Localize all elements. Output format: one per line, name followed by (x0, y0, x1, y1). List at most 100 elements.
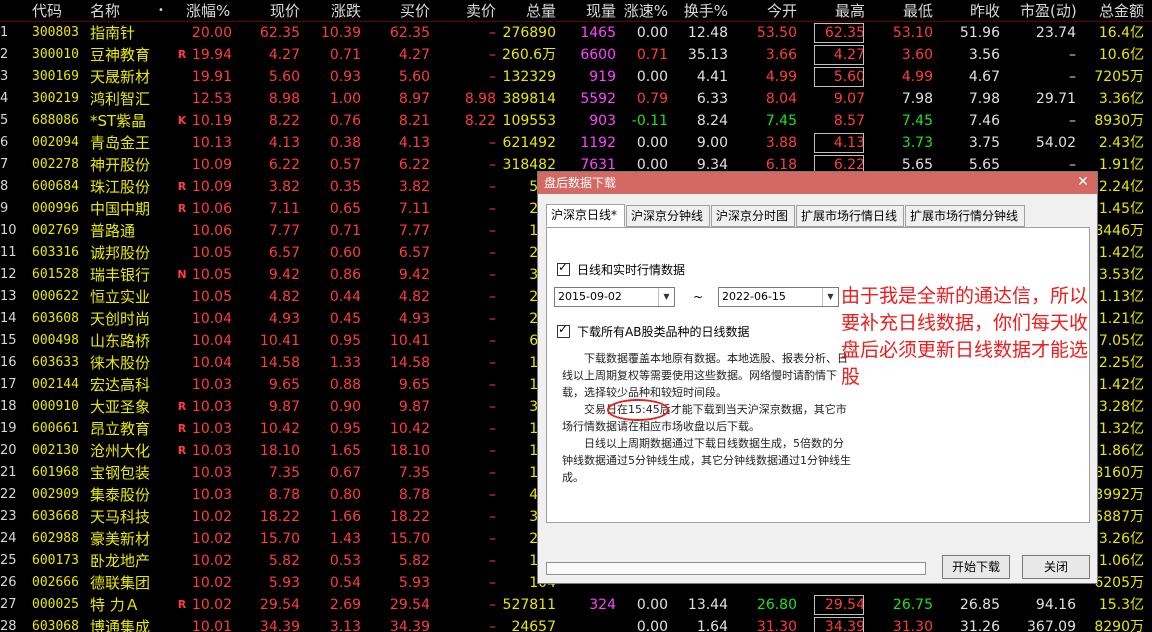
chevron-down-icon[interactable]: ▼ (822, 288, 838, 306)
col-turn[interactable]: 换手% (680, 0, 728, 22)
cell-cur: 324 (589, 597, 616, 613)
table-row[interactable]: 6 002094 青岛金王 10.13 4.13 0.38 4.13 –621492 1192 0… (0, 132, 1152, 154)
cell-open: 4.99 (765, 69, 797, 85)
cell-bid: 5.60 (398, 69, 430, 85)
cell-price: 4.82 (268, 289, 300, 305)
cell-name: 豪美新材 (90, 530, 151, 548)
col-amt[interactable]: 总金额 (1082, 0, 1144, 22)
date-to-picker[interactable]: 2022-06-15 ▼ (718, 287, 839, 307)
col-chg[interactable]: 涨跌 (312, 0, 361, 22)
cell-ask: – (489, 355, 496, 371)
cell-bid: 7.77 (398, 223, 430, 239)
cell-turn: 4.41 (696, 69, 728, 85)
cell-name: 徕木股份 (90, 354, 151, 372)
cell-ask: – (489, 531, 496, 547)
col-ask[interactable]: 卖价 (440, 0, 496, 22)
cell-pct: 10.03 (191, 487, 232, 503)
cell-idx: 23 (0, 509, 17, 524)
cell-chg: 0.60 (329, 245, 361, 261)
cell-bid: 3.82 (398, 179, 430, 195)
cell-chg: 0.88 (329, 377, 361, 393)
cell-chg: 0.93 (329, 69, 361, 85)
cell-cur: 6600 (580, 47, 616, 63)
cell-pct: 10.05 (191, 267, 232, 283)
col-spd[interactable]: 涨速% (620, 0, 668, 22)
highlight-circle (607, 399, 669, 421)
table-row[interactable]: 28 603068 博通集成 10.01 34.39 3.13 34.39 – 24657 0.0… (0, 616, 1152, 632)
col-name[interactable]: 名称 (90, 0, 162, 22)
cell-name: 大亚圣象 (90, 398, 151, 416)
cell-pct: 10.02 (191, 531, 232, 547)
table-row[interactable]: 4 300219 鸿利智汇 12.53 8.98 1.00 8.97 8.98 389814 55… (0, 88, 1152, 110)
date-from-picker[interactable]: 2015-09-02 ▼ (554, 287, 675, 307)
cell-bid: 8.78 (398, 487, 430, 503)
cell-idx: 27 (0, 597, 17, 612)
cell-vol: 527811 (502, 597, 556, 613)
cell-vol: 276890 (502, 25, 556, 41)
cell-turn: 12.48 (687, 25, 728, 41)
col-pe[interactable]: 市盈(动) (1020, 0, 1076, 22)
dialog-titlebar[interactable]: 盘后数据下载 (538, 172, 1097, 194)
col-bid[interactable]: 买价 (370, 0, 430, 22)
cell-pe: – (1069, 69, 1076, 85)
cell-chg: 0.80 (329, 487, 361, 503)
table-row[interactable]: 2 300010 豆神教育 R 19.94 4.27 0.71 4.27–260.6万 6600… (0, 44, 1152, 66)
cell-chg: 0.54 (329, 575, 361, 591)
tab-ext-daily[interactable]: 扩展市场行情日线 (796, 205, 904, 227)
cell-price: 7.11 (268, 201, 300, 217)
realtime-checkbox[interactable] (557, 260, 570, 276)
cell-code: 688086 (32, 113, 79, 128)
cell-idx: 12 (0, 267, 17, 282)
table-row[interactable]: 27 000025 特 力Ａ R 10.02 29.54 2.69 29.54–527811 3… (0, 594, 1152, 616)
col-prev[interactable]: 昨收 (950, 0, 1000, 22)
tab-timeshare[interactable]: 沪深京分时图 (711, 205, 795, 227)
cell-idx: 14 (0, 311, 17, 326)
cell-price: 9.65 (268, 377, 300, 393)
cell-spd: 0.00 (636, 135, 668, 151)
cell-chg: 10.39 (320, 25, 361, 41)
tab-ext-minute[interactable]: 扩展市场行情分钟线 (905, 205, 1025, 227)
close-icon[interactable]: ✕ (1075, 174, 1091, 190)
col-price[interactable]: 现价 (248, 0, 300, 22)
cell-name: 博通集成 (90, 618, 151, 632)
cell-code: 600173 (32, 553, 79, 568)
cell-code: 600661 (32, 421, 79, 436)
cell-chg: 1.00 (329, 91, 361, 107)
cell-cur: 1465 (580, 25, 616, 41)
cell-chg: 3.13 (329, 619, 361, 632)
cell-prev: 31.26 (959, 619, 1000, 632)
col-cur[interactable]: 现量 (560, 0, 616, 22)
cell-code: 002144 (32, 377, 79, 392)
cell-pe: – (1069, 113, 1076, 129)
col-open[interactable]: 今开 (750, 0, 797, 22)
cell-high: 62.35 (813, 22, 865, 44)
cell-bid: 29.54 (389, 597, 430, 613)
table-row[interactable]: 3 300169 天晟新材 19.91 5.60 0.93 5.60–132329 919 0.… (0, 66, 1152, 88)
col-code[interactable]: 代码 (32, 0, 94, 22)
cell-chg: 0.95 (329, 333, 361, 349)
ab-share-checkbox[interactable] (557, 322, 570, 338)
cell-idx: 25 (0, 553, 17, 568)
cell-vol: 621492 (502, 135, 556, 151)
cell-price: 18.10 (259, 443, 300, 459)
cell-name: 珠江股份 (90, 178, 151, 196)
tab-minute[interactable]: 沪深京分钟线 (626, 205, 710, 227)
chevron-down-icon[interactable]: ▼ (658, 288, 674, 306)
cell-bid: 34.39 (389, 619, 430, 632)
close-button[interactable]: 关闭 (1022, 555, 1090, 579)
col-pct-label: 涨幅% (186, 2, 231, 20)
tab-daily[interactable]: 沪深京日线* (546, 204, 625, 227)
col-pct[interactable]: 涨幅%↓ (186, 0, 232, 22)
start-download-button[interactable]: 开始下载 (942, 555, 1010, 579)
table-row[interactable]: 5 688086 *ST紫晶 K 10.19 8.22 0.76 8.21 8.22 109553… (0, 110, 1152, 132)
cell-name: 德联集团 (90, 574, 151, 592)
col-high[interactable]: 最高 (813, 0, 865, 22)
cell-bid: 18.10 (389, 443, 430, 459)
cell-bid: 15.70 (389, 531, 430, 547)
cell-name: 集泰股份 (90, 486, 151, 504)
cell-code: 000996 (32, 201, 79, 216)
col-low[interactable]: 最低 (880, 0, 933, 22)
col-vol[interactable]: 总量 (502, 0, 556, 22)
table-row[interactable]: 1 300803 指南针 20.00 62.35 10.39 62.35 –276890 146… (0, 22, 1152, 44)
cell-pct: 10.04 (191, 355, 232, 371)
